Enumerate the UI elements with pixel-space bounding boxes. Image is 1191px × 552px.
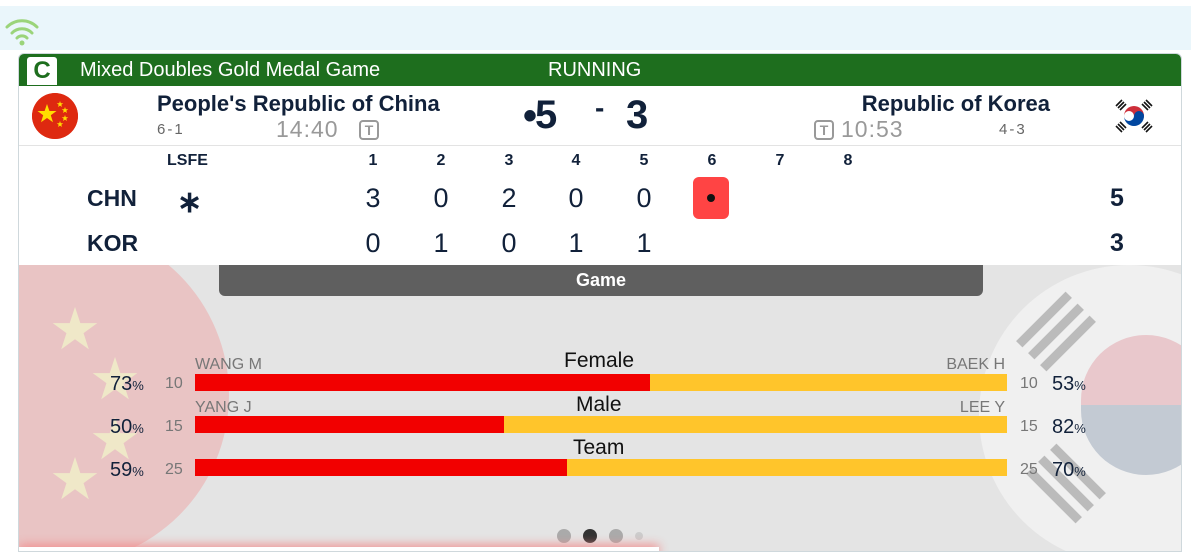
home-bar-fill xyxy=(195,374,650,391)
home-thinking-clock: 14:40 xyxy=(276,116,339,142)
away-timeout-icon: T xyxy=(814,120,834,140)
home-player-female: WANG M xyxy=(195,356,262,373)
end-header: 7 xyxy=(775,152,785,169)
end-header: 3 xyxy=(504,152,514,169)
carousel-dot-active[interactable] xyxy=(583,529,597,543)
bar-male xyxy=(195,416,1007,433)
home-pct-male: 50% xyxy=(110,416,144,438)
china-flag-icon xyxy=(32,93,78,139)
end-score: 1 xyxy=(568,228,584,258)
away-score: 3 xyxy=(626,93,649,137)
home-player-male: YANG J xyxy=(195,399,252,416)
end-score: 0 xyxy=(636,183,652,213)
score-row: People's Republic of China 6-1 14:40 T •… xyxy=(19,86,1181,146)
away-team-name: Republic of Korea xyxy=(861,91,1050,116)
star-watermark-icon: ★ xyxy=(49,447,101,512)
live-dot-icon xyxy=(707,194,715,202)
current-end-marker xyxy=(693,177,729,219)
home-pct-team: 59% xyxy=(110,459,144,481)
stats-panel: ★ ★ ★ ★ Game Female WANG M BAEK H 73% 10… xyxy=(19,265,1181,551)
home-bar-fill xyxy=(195,459,567,476)
home-count-team: 25 xyxy=(165,461,183,478)
end-score: 3 xyxy=(365,183,381,213)
top-status-bar xyxy=(0,6,1191,50)
end-score: 1 xyxy=(433,228,449,258)
end-header: 4 xyxy=(571,152,581,169)
home-count-male: 15 xyxy=(165,418,183,435)
away-pct-female: 53% xyxy=(1052,373,1086,395)
wifi-icon xyxy=(5,19,39,46)
game-status: RUNNING xyxy=(548,59,642,81)
away-thinking-clock: 10:53 xyxy=(841,116,904,142)
away-count-male: 15 xyxy=(1020,418,1038,435)
end-score: 2 xyxy=(501,183,517,213)
carousel-dot[interactable] xyxy=(635,532,643,540)
end-header: 6 xyxy=(707,152,717,169)
end-score: 1 xyxy=(636,228,652,258)
linescore: LSFE 1 2 3 4 5 6 7 8 CHN ∗ 3 0 2 0 0 5 K… xyxy=(19,147,1181,265)
game-header: C Mixed Doubles Gold Medal Game RUNNING xyxy=(19,54,1181,86)
end-score: 0 xyxy=(501,228,517,258)
away-count-female: 10 xyxy=(1020,375,1038,392)
game-title: Mixed Doubles Gold Medal Game xyxy=(80,59,381,81)
carousel-dot[interactable] xyxy=(557,529,571,543)
category-label-male: Male xyxy=(576,393,622,416)
away-total: 3 xyxy=(1110,229,1124,257)
away-pct-team: 70% xyxy=(1052,459,1086,481)
end-score: 0 xyxy=(568,183,584,213)
home-score: 5 xyxy=(535,93,558,137)
bar-team xyxy=(195,459,1007,476)
end-header: 8 xyxy=(843,152,853,169)
away-player-female: BAEK H xyxy=(946,356,1005,373)
away-team-record: 4-3 xyxy=(999,121,1027,138)
home-team-name: People's Republic of China xyxy=(157,91,440,116)
home-pct-female: 73% xyxy=(110,373,144,395)
end-header: 5 xyxy=(639,152,649,169)
home-bar-fill xyxy=(195,416,504,433)
end-header: 1 xyxy=(368,152,378,169)
end-score: 0 xyxy=(433,183,449,213)
score-separator: - xyxy=(595,92,605,123)
end-score: 0 xyxy=(365,228,381,258)
away-pct-male: 82% xyxy=(1052,416,1086,438)
home-timeout-icon: T xyxy=(359,120,379,140)
bar-female xyxy=(195,374,1007,391)
category-label-team: Team xyxy=(573,436,625,459)
away-player-male: LEE Y xyxy=(959,399,1005,416)
lsfe-mark: ∗ xyxy=(177,186,203,219)
sheet-badge: C xyxy=(27,57,57,85)
next-card-edge xyxy=(19,547,659,551)
home-count-female: 10 xyxy=(165,375,183,392)
end-header: 2 xyxy=(436,152,446,169)
away-count-team: 25 xyxy=(1020,461,1038,478)
tab-game[interactable]: Game xyxy=(219,265,983,296)
home-team-record: 6-1 xyxy=(157,121,185,138)
carousel-dot[interactable] xyxy=(609,529,623,543)
home-total: 5 xyxy=(1110,184,1124,212)
korea-flag-icon xyxy=(1111,93,1157,139)
category-label-female: Female xyxy=(564,349,635,372)
away-row-abbr: KOR xyxy=(87,230,139,256)
home-row-abbr: CHN xyxy=(87,185,137,211)
game-card: C Mixed Doubles Gold Medal Game RUNNING … xyxy=(18,53,1182,552)
lsfe-header: LSFE xyxy=(167,152,208,169)
